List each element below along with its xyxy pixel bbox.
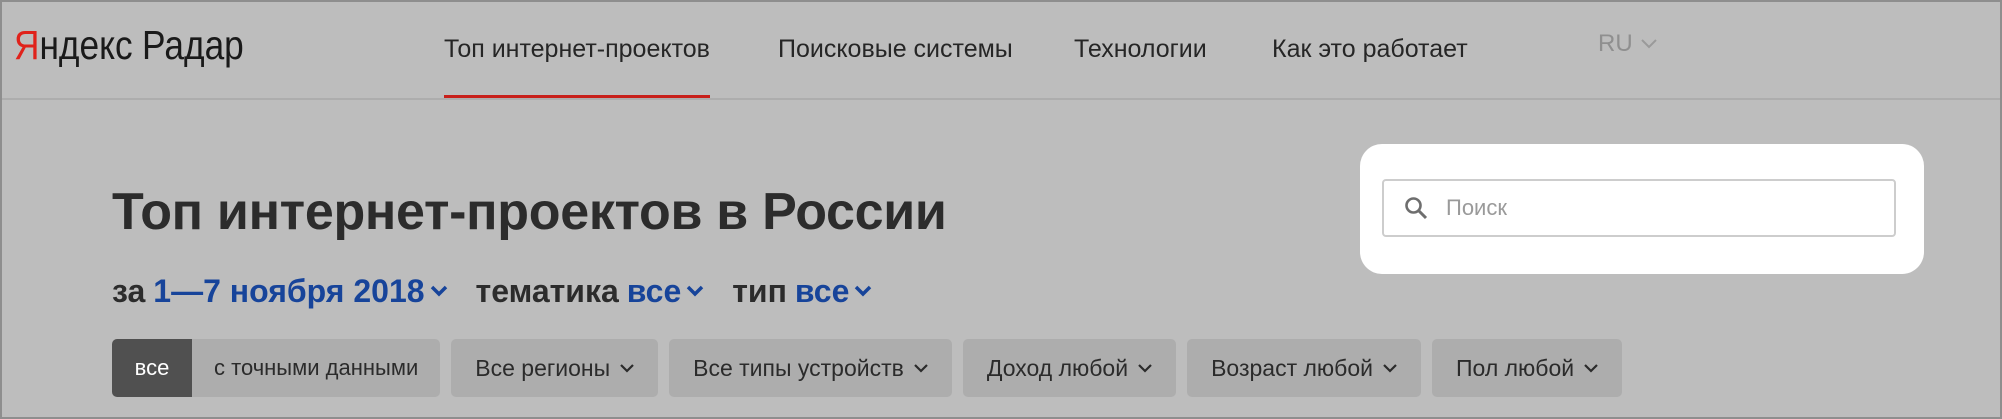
- nav-search-engines[interactable]: Поисковые системы: [778, 0, 1013, 98]
- gender-dropdown[interactable]: Пол любой: [1432, 339, 1623, 397]
- segment-exact-data[interactable]: с точными данными: [192, 339, 441, 397]
- chevron-down-icon: [914, 363, 928, 373]
- period-filter: за 1—7 ноября 2018: [112, 273, 448, 310]
- yandex-radar-logo[interactable]: Яндекс Радар: [14, 20, 244, 70]
- period-label: за: [112, 272, 146, 309]
- chevron-down-icon: [687, 285, 704, 297]
- type-dropdown[interactable]: все: [795, 273, 872, 310]
- chevron-down-icon: [1383, 363, 1397, 373]
- nav-how-it-works[interactable]: Как это работает: [1272, 0, 1468, 98]
- age-dropdown[interactable]: Возраст любой: [1187, 339, 1421, 397]
- income-label: Доход любой: [986, 354, 1129, 381]
- page-title: Топ интернет-проектов в России: [112, 183, 947, 241]
- period-value: 1—7 ноября 2018: [153, 272, 425, 309]
- search-icon: [1405, 197, 1428, 220]
- logo-brand-first-letter: Я: [14, 22, 40, 68]
- devices-label: Все типы устройств: [693, 354, 904, 381]
- topic-value: все: [626, 272, 682, 309]
- income-dropdown[interactable]: Доход любой: [962, 339, 1177, 397]
- search-card: [1360, 144, 1924, 274]
- logo-product-name: Радар: [142, 22, 244, 68]
- type-value: все: [794, 272, 850, 309]
- search-box[interactable]: [1382, 179, 1896, 237]
- regions-dropdown[interactable]: Все регионы: [451, 339, 659, 397]
- search-input[interactable]: [1444, 194, 1878, 222]
- segment-all[interactable]: все: [112, 339, 192, 397]
- topic-dropdown[interactable]: все: [627, 273, 704, 310]
- data-type-segmented-control: все с точными данными: [112, 339, 441, 397]
- chevron-down-icon: [1584, 363, 1598, 373]
- chevron-down-icon: [620, 363, 634, 373]
- nav-technologies[interactable]: Технологии: [1074, 0, 1207, 98]
- period-dropdown[interactable]: 1—7 ноября 2018: [153, 273, 447, 310]
- nav-top-projects[interactable]: Топ интернет-проектов: [444, 0, 710, 98]
- chevron-down-icon: [1640, 39, 1657, 49]
- devices-dropdown[interactable]: Все типы устройств: [669, 339, 952, 397]
- type-filter: тип все: [732, 273, 872, 310]
- top-header: Яндекс Радар Топ интернет-проектов Поиско…: [0, 0, 2002, 100]
- filter-chips: все с точными данными Все регионы Все ти…: [112, 339, 1633, 397]
- age-label: Возраст любой: [1211, 354, 1373, 381]
- language-switcher[interactable]: RU: [1598, 0, 1657, 88]
- chevron-down-icon: [430, 285, 447, 297]
- chevron-down-icon: [1138, 363, 1152, 373]
- title-filters: за 1—7 ноября 2018 тематика все тип все: [112, 266, 900, 316]
- topic-filter: тематика все: [476, 273, 705, 310]
- type-label: тип: [732, 272, 787, 309]
- topic-label: тематика: [475, 272, 619, 309]
- chevron-down-icon: [855, 285, 872, 297]
- logo-brand-rest: ндекс: [39, 22, 133, 68]
- regions-label: Все регионы: [475, 354, 611, 381]
- language-label: RU: [1598, 30, 1633, 57]
- gender-label: Пол любой: [1456, 354, 1575, 381]
